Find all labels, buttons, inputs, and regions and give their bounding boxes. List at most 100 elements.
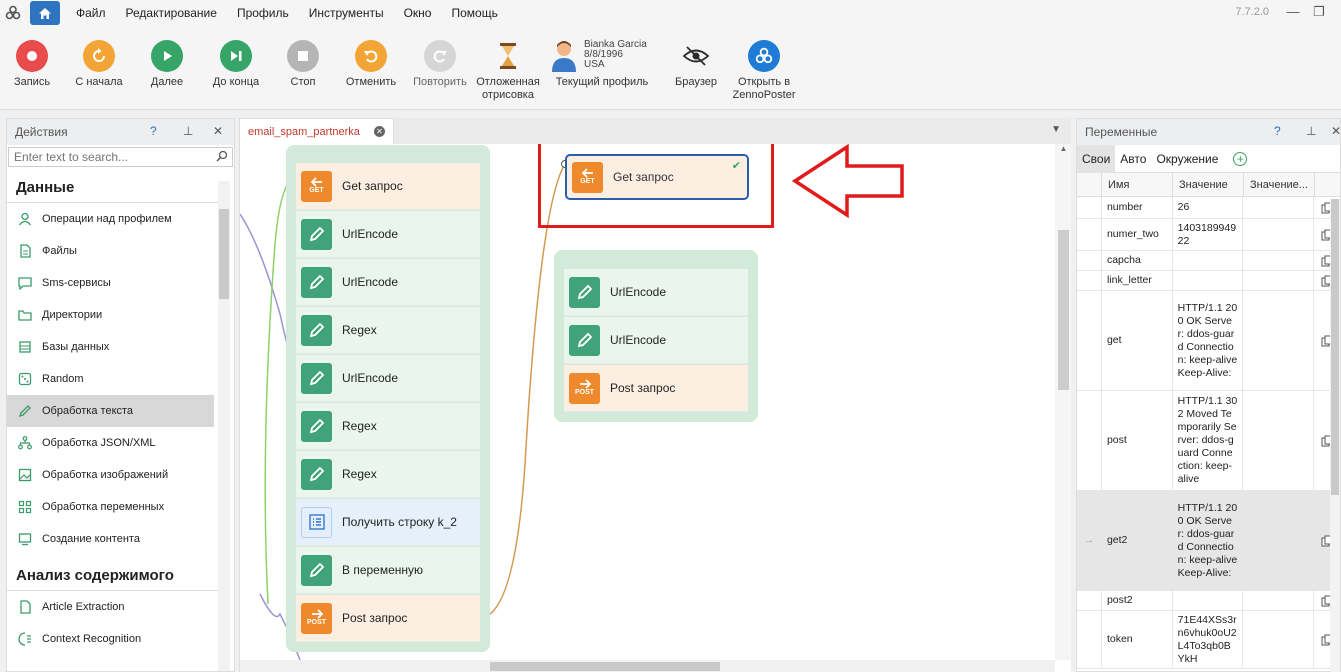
actions-panel-header: Действия ? ⊥ ✕ <box>7 119 234 145</box>
action-item-3[interactable]: Директории <box>7 299 214 331</box>
group1-block-4[interactable]: UrlEncode <box>296 355 480 402</box>
browser-button[interactable]: Браузер <box>672 40 720 89</box>
close-icon[interactable]: ✕ <box>213 124 223 138</box>
actions-scrollbar-thumb[interactable] <box>219 209 229 299</box>
tab-auto[interactable]: Авто <box>1115 145 1151 173</box>
analysis-item-1[interactable]: Context Recognition <box>7 623 214 655</box>
post-request-icon: POST <box>569 372 600 404</box>
menu-help[interactable]: Помощь <box>441 0 507 26</box>
column-value[interactable]: Значение <box>1173 173 1244 196</box>
group1-block-6[interactable]: Regex <box>296 451 480 498</box>
actions-scrollbar[interactable] <box>218 181 230 671</box>
variables-icon <box>17 499 33 515</box>
help-icon[interactable]: ? <box>1274 124 1281 138</box>
pin-icon[interactable]: ⊥ <box>183 124 193 138</box>
minimize-icon[interactable]: — <box>1285 4 1301 20</box>
next-button[interactable]: Далее <box>145 40 189 89</box>
variable-row[interactable]: post HTTP/1.1 302 Moved Temporarily Serve… <box>1077 391 1340 491</box>
variable-value[interactable]: HTTP/1.1 302 Moved Temporarily Server: d… <box>1173 391 1244 490</box>
close-icon[interactable]: ✕ <box>1331 124 1341 138</box>
menu-edit[interactable]: Редактирование <box>116 0 227 26</box>
group1-block-3[interactable]: Regex <box>296 307 480 354</box>
action-item-label: Файлы <box>42 245 77 257</box>
group1-block-9[interactable]: POST Post запрос <box>296 595 480 642</box>
group2-block-1[interactable]: UrlEncode <box>564 317 748 364</box>
action-item-6[interactable]: Обработка текста <box>7 395 214 427</box>
tab-email-spam-partnerka[interactable]: email_spam_partnerka ✕ <box>239 118 394 145</box>
variable-row[interactable]: link_letter <box>1077 271 1340 291</box>
variable-value[interactable] <box>1173 251 1244 270</box>
open-in-zennoposter-button[interactable]: Открыть в ZennoPoster <box>730 40 798 102</box>
add-variable-icon[interactable]: + <box>1233 151 1248 166</box>
project-canvas[interactable]: GET Get запрос UrlEncode UrlEncode Regex UrlE… <box>239 144 1071 672</box>
menu-tools[interactable]: Инструменты <box>299 0 394 26</box>
group1-block-7[interactable]: Получить строку k_2 <box>296 499 480 546</box>
help-icon[interactable]: ? <box>150 124 157 138</box>
variable-value[interactable]: 26 <box>1173 197 1244 218</box>
canvas-vertical-scrollbar[interactable]: ▲ <box>1055 144 1071 660</box>
menu-file[interactable]: Файл <box>66 0 116 26</box>
search-input[interactable] <box>14 150 214 164</box>
variable-name: post2 <box>1102 591 1173 610</box>
variable-value[interactable]: 71E44XSs3rn6vhuk0oU2L4To3qb0BYkH <box>1173 611 1244 668</box>
canvas-horizontal-scrollbar-thumb[interactable] <box>490 662 720 671</box>
canvas-vertical-scrollbar-thumb[interactable] <box>1058 230 1069 390</box>
action-item-7[interactable]: Обработка JSON/XML <box>7 427 214 459</box>
undo-button[interactable]: Отменить <box>344 40 398 89</box>
variable-row[interactable]: post2 <box>1077 591 1340 611</box>
to-end-button[interactable]: До конца <box>208 40 264 89</box>
variable-value[interactable]: 140318994922 <box>1173 219 1244 250</box>
redo-button[interactable]: Повторить <box>410 40 470 89</box>
menu-window[interactable]: Окно <box>394 0 442 26</box>
group1-block-2[interactable]: UrlEncode <box>296 259 480 306</box>
group1-block-1[interactable]: UrlEncode <box>296 211 480 258</box>
actions-list-analysis: Article Extraction Context Recognition <box>7 591 234 655</box>
variable-row[interactable]: token 71E44XSs3rn6vhuk0oU2L4To3qb0BYkH <box>1077 611 1340 669</box>
variable-value[interactable] <box>1173 591 1244 610</box>
variable-row[interactable]: number 26 <box>1077 197 1340 219</box>
tab-environment[interactable]: Окружение <box>1151 145 1223 173</box>
group2-block-0[interactable]: UrlEncode <box>564 269 748 316</box>
action-item-8[interactable]: Обработка изображений <box>7 459 214 491</box>
chevron-down-icon[interactable]: ▼ <box>1051 124 1061 135</box>
pen-icon <box>17 403 33 419</box>
variables-scrollbar[interactable] <box>1330 199 1340 672</box>
restart-button[interactable]: С начала <box>72 40 126 89</box>
variable-value[interactable]: HTTP/1.1 200 OK Server: ddos-guard Conne… <box>1173 291 1244 390</box>
menu-profile[interactable]: Профиль <box>227 0 299 26</box>
pin-icon[interactable]: ⊥ <box>1306 124 1316 138</box>
stop-button[interactable]: Стоп <box>283 40 323 89</box>
group2-block-2[interactable]: POST Post запрос <box>564 365 748 412</box>
action-item-2[interactable]: Sms-сервисы <box>7 267 214 299</box>
action-item-5[interactable]: Random <box>7 363 214 395</box>
action-item-4[interactable]: Базы данных <box>7 331 214 363</box>
variable-row[interactable]: capcha <box>1077 251 1340 271</box>
record-button[interactable]: Запись <box>10 40 54 89</box>
variables-scrollbar-thumb[interactable] <box>1331 199 1339 495</box>
analysis-item-0[interactable]: Article Extraction <box>7 591 214 623</box>
home-button[interactable] <box>30 1 60 25</box>
action-item-0[interactable]: Операции над профилем <box>7 203 214 235</box>
deferred-render-button[interactable]: Отложенная отрисовка <box>474 40 542 102</box>
variable-value[interactable] <box>1173 271 1244 290</box>
variable-row[interactable]: → get2 HTTP/1.1 200 OK Server: ddos-guard … <box>1077 491 1340 591</box>
variable-value[interactable]: HTTP/1.1 200 OK Server: ddos-guard Conne… <box>1173 491 1244 590</box>
scroll-up-icon[interactable]: ▲ <box>1055 144 1071 154</box>
group1-block-0[interactable]: GET Get запрос <box>296 163 480 210</box>
variables-tabs: Свои Авто Окружение + <box>1077 144 1340 173</box>
search-icon[interactable] <box>216 150 228 165</box>
variable-row[interactable]: numer_two 140318994922 <box>1077 219 1340 251</box>
column-value-2[interactable]: Значение... <box>1244 173 1315 196</box>
column-name[interactable]: Имя <box>1102 173 1173 196</box>
variable-row[interactable]: get HTTP/1.1 200 OK Server: ddos-guard Co… <box>1077 291 1340 391</box>
group1-block-5[interactable]: Regex <box>296 403 480 450</box>
tab-own[interactable]: Свои <box>1077 144 1116 173</box>
current-profile-button[interactable]: Bianka Garcia 8/8/1996 USA Текущий профи… <box>550 40 654 89</box>
action-item-10[interactable]: Создание контента <box>7 523 214 555</box>
action-item-1[interactable]: Файлы <box>7 235 214 267</box>
canvas-horizontal-scrollbar[interactable] <box>240 660 1055 672</box>
action-item-9[interactable]: Обработка переменных <box>7 491 214 523</box>
group1-block-8[interactable]: В переменную <box>296 547 480 594</box>
tab-close-icon[interactable]: ✕ <box>374 126 385 137</box>
restore-icon[interactable]: ❐ <box>1311 4 1327 20</box>
